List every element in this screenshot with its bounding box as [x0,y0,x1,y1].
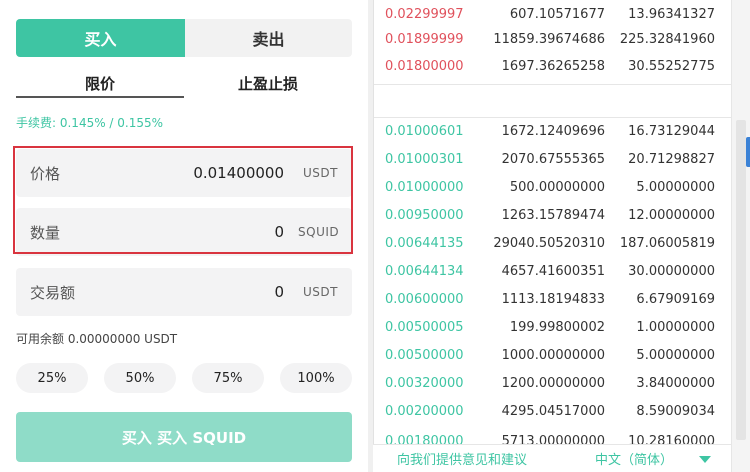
bid-price: 0.01000301 [385,151,464,167]
percent-50-button[interactable]: 50% [104,363,176,393]
ask-row[interactable]: 0.02299997 607.10571677 13.96341327 [374,0,732,28]
tab-buy[interactable]: 买入 [16,19,185,57]
bid-total: 187.06005819 [619,235,715,251]
ask-total: 30.55252775 [628,58,715,74]
bid-row[interactable]: 0.00644135 29040.50520310 187.06005819 [374,229,732,257]
bid-row[interactable]: 0.01000601 1672.12409696 16.73129044 [374,117,732,145]
bid-price: 0.00500000 [385,347,464,363]
bid-amount: 1263.15789474 [501,207,605,223]
bid-total: 5.00000000 [636,179,715,195]
fee-text: 手续费: 0.145% / 0.155% [16,116,164,130]
side-tab-indicator[interactable] [746,137,750,167]
price-field[interactable]: 价格 0.01400000 USDT [16,149,352,197]
amount-field[interactable]: 交易额 0 USDT [16,268,352,316]
price-label: 价格 [30,164,61,183]
percent-buttons: 25% 50% 75% 100% [16,363,352,393]
scrollbar[interactable] [731,0,750,472]
bid-price: 0.01000000 [385,179,464,195]
bid-price: 0.00950000 [385,207,464,223]
bid-row[interactable]: 0.00950000 1263.15789474 12.00000000 [374,201,732,229]
bid-row[interactable]: 0.00500000 1000.00000000 5.00000000 [374,341,732,369]
price-input[interactable]: 0.01400000 [110,164,298,182]
ask-row[interactable]: 0.01800000 1697.36265258 30.55252775 [374,52,732,80]
trade-panel: 买入 卖出 限价 止盈止损 手续费: 0.145% / 0.155% 价格 0.… [0,0,368,472]
bid-price: 0.00644134 [385,263,464,279]
ask-price: 0.01899999 [385,31,464,47]
quantity-field[interactable]: 数量 0 SQUID [16,208,352,256]
order-type-tabs: 限价 止盈止损 [16,68,352,98]
available-balance: 可用余额 0.00000000 USDT [16,332,178,346]
bid-row[interactable]: 0.00500005 199.99800002 1.00000000 [374,313,732,341]
ask-price: 0.01800000 [385,58,464,74]
bid-total: 3.84000000 [636,375,715,391]
ask-amount: 1697.36265258 [501,58,605,74]
chevron-down-icon[interactable] [699,456,711,463]
price-unit: USDT [303,166,338,180]
bid-amount: 1672.12409696 [501,123,605,139]
bid-amount: 1113.18194833 [501,291,605,307]
bid-total: 20.71298827 [628,151,715,167]
buy-sell-tabs: 买入 卖出 [16,19,352,57]
bid-price: 0.00600000 [385,291,464,307]
quantity-unit: SQUID [298,225,340,239]
tab-limit-order[interactable]: 限价 [16,68,184,98]
amount-input[interactable]: 0 [110,283,298,301]
bid-amount: 4657.41600351 [501,263,605,279]
bid-price: 0.00200000 [385,403,464,419]
bid-row[interactable]: 0.00644134 4657.41600351 30.00000000 [374,257,732,285]
quantity-input[interactable]: 0 [110,223,298,241]
scrollbar-thumb[interactable] [736,120,746,440]
tab-stop-order[interactable]: 止盈止损 [184,68,352,98]
bid-price: 0.00644135 [385,235,464,251]
bid-amount: 1000.00000000 [501,347,605,363]
bid-total: 12.00000000 [628,207,715,223]
order-book: 0.02299997 607.10571677 13.96341327 0.01… [373,0,732,472]
quantity-label: 数量 [30,223,61,242]
bid-amount: 4295.04517000 [501,403,605,419]
language-selector[interactable]: 中文（简体） [595,449,673,468]
bid-row[interactable]: 0.01000301 2070.67555365 20.71298827 [374,145,732,173]
bid-total: 5.00000000 [636,347,715,363]
ask-amount: 607.10571677 [509,6,605,22]
bid-amount: 2070.67555365 [501,151,605,167]
bid-row[interactable]: 0.00600000 1113.18194833 6.67909169 [374,285,732,313]
amount-unit: USDT [303,285,338,299]
spread-row [374,84,732,118]
bid-row[interactable]: 0.00200000 4295.04517000 8.59009034 [374,397,732,425]
percent-100-button[interactable]: 100% [280,363,352,393]
buy-submit-button[interactable]: 买入 买入 SQUID [16,412,352,462]
bid-price: 0.00500005 [385,319,464,335]
bid-total: 6.67909169 [636,291,715,307]
bid-total: 8.59009034 [636,403,715,419]
amount-label: 交易额 [30,283,76,302]
bid-amount: 199.99800002 [509,319,605,335]
bid-row[interactable]: 0.00320000 1200.00000000 3.84000000 [374,369,732,397]
footer-bar: 向我们提供意见和建议 中文（简体） [373,444,731,472]
bid-amount: 500.00000000 [509,179,605,195]
ask-total: 225.32841960 [619,31,715,47]
bid-total: 30.00000000 [628,263,715,279]
feedback-link[interactable]: 向我们提供意见和建议 [397,449,527,468]
ask-row[interactable]: 0.01899999 11859.39674686 225.32841960 [374,25,732,53]
bid-amount: 29040.50520310 [493,235,605,251]
bid-price: 0.01000601 [385,123,464,139]
percent-25-button[interactable]: 25% [16,363,88,393]
ask-price: 0.02299997 [385,6,464,22]
tab-sell[interactable]: 卖出 [185,19,352,57]
percent-75-button[interactable]: 75% [192,363,264,393]
bid-amount: 1200.00000000 [501,375,605,391]
ask-amount: 11859.39674686 [493,31,605,47]
ask-total: 13.96341327 [628,6,715,22]
bid-total: 16.73129044 [628,123,715,139]
bid-total: 1.00000000 [636,319,715,335]
bid-row[interactable]: 0.01000000 500.00000000 5.00000000 [374,173,732,201]
bid-price: 0.00320000 [385,375,464,391]
